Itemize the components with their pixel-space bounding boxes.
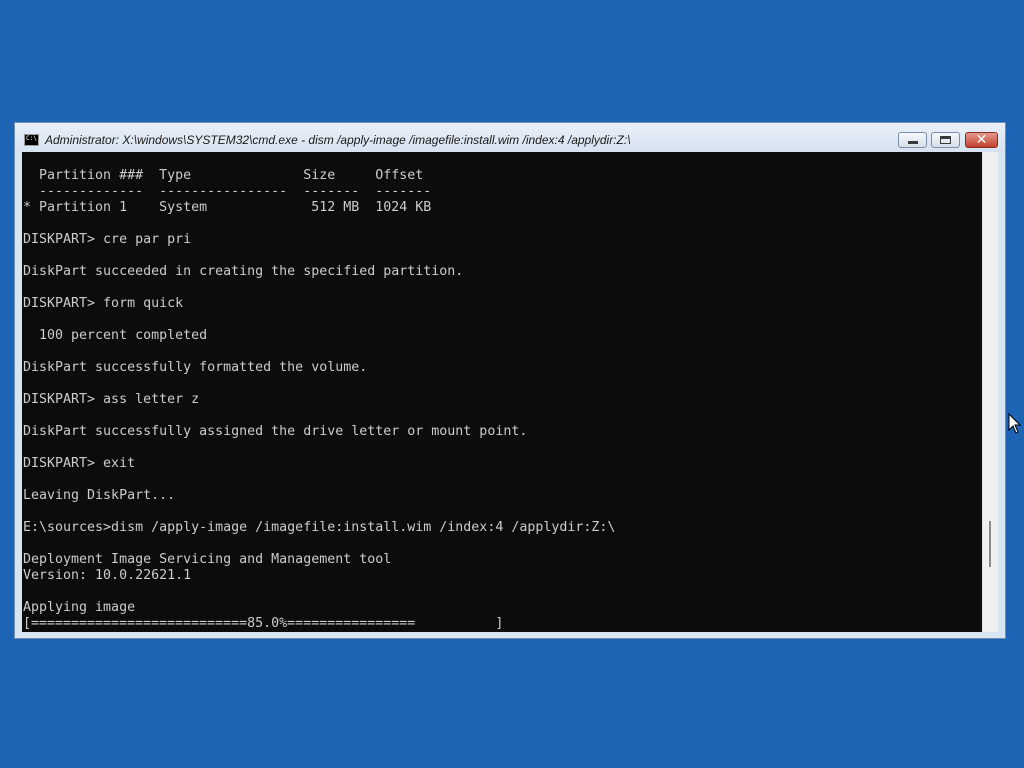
- console-line: Applying image: [23, 600, 136, 615]
- console-output[interactable]: Partition ### Type Size Offset ---------…: [22, 152, 982, 632]
- console-line: E:\sources>dism /apply-image /imagefile:…: [23, 520, 616, 535]
- console-line: DiskPart successfully formatted the volu…: [23, 360, 368, 375]
- minimize-button[interactable]: [898, 132, 927, 148]
- console-line: DISKPART> exit: [23, 456, 136, 471]
- desktop: C:\ Administrator: X:\windows\SYSTEM32\c…: [0, 0, 1024, 768]
- close-button[interactable]: ✕: [965, 132, 998, 148]
- scrollbar-thumb[interactable]: [989, 521, 991, 567]
- close-icon: ✕: [975, 132, 988, 148]
- console-line: Leaving DiskPart...: [23, 488, 176, 503]
- console-line: DISKPART> form quick: [23, 296, 184, 311]
- window-title: Administrator: X:\windows\SYSTEM32\cmd.e…: [45, 133, 631, 147]
- console-line: DiskPart successfully assigned the drive…: [23, 424, 528, 439]
- vertical-scrollbar[interactable]: [983, 152, 998, 632]
- title-bar[interactable]: C:\ Administrator: X:\windows\SYSTEM32\c…: [15, 123, 1005, 152]
- console-line: ------------- ---------------- ------- -…: [23, 184, 432, 199]
- maximize-button[interactable]: [931, 132, 960, 148]
- console-line: Partition ### Type Size Offset: [23, 168, 424, 183]
- console-line: DISKPART> cre par pri: [23, 232, 192, 247]
- console-line: DiskPart succeeded in creating the speci…: [23, 264, 464, 279]
- minimize-icon: [908, 141, 918, 144]
- console-text: Partition ### Type Size Offset ---------…: [23, 168, 615, 632]
- cmd-icon[interactable]: C:\: [24, 134, 39, 146]
- console-line: Deployment Image Servicing and Managemen…: [23, 552, 392, 567]
- console-line: DISKPART> ass letter z: [23, 392, 200, 407]
- console-line: 100 percent completed: [23, 328, 208, 343]
- command-prompt-window[interactable]: C:\ Administrator: X:\windows\SYSTEM32\c…: [14, 122, 1006, 639]
- mouse-pointer-icon: [1008, 413, 1022, 434]
- console-line: * Partition 1 System 512 MB 1024 KB: [23, 200, 432, 215]
- maximize-icon: [940, 136, 951, 144]
- console-line: Version: 10.0.22621.1: [23, 568, 192, 583]
- progress-bar-text: [===========================85.0%=======…: [23, 616, 504, 631]
